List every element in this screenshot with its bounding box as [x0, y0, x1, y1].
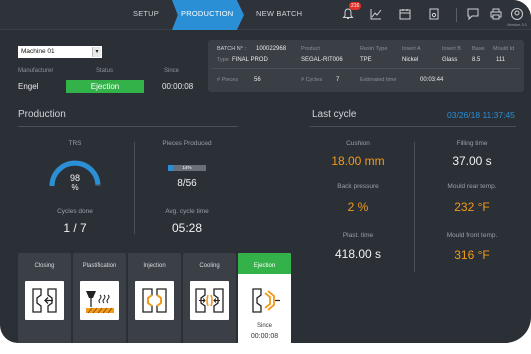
ejection-icon	[245, 281, 284, 320]
estimated-time-label: Estimated time	[360, 77, 397, 83]
ejection-since-label: Since	[256, 323, 272, 329]
batch-panel: BATCH N° : 100022968 Type FINAL PROD Pro…	[208, 40, 524, 92]
comment-icon[interactable]	[466, 7, 480, 21]
phase-card-cooling[interactable]: Cooling	[183, 253, 236, 343]
nav-separator	[456, 8, 457, 22]
back-pressure-label: Back pressure	[337, 183, 379, 190]
type-value: FINAL PROD	[232, 57, 268, 63]
back-pressure-value: 2 %	[347, 200, 369, 214]
cycles-label: # Cycles	[301, 77, 323, 83]
insert-a-label: Insert A	[402, 46, 421, 52]
batch-divider	[212, 68, 520, 69]
trs-unit: %	[71, 183, 79, 192]
insert-b-value: Glass	[442, 57, 458, 63]
phase-card-injection[interactable]: Injection	[128, 253, 181, 343]
document-icon[interactable]	[427, 7, 441, 21]
avg-cycle-time-value: 05:28	[171, 221, 203, 235]
filling-time-label: Filling time	[456, 140, 488, 147]
plastification-icon	[80, 281, 119, 320]
version-label: Version 3.1	[506, 22, 527, 27]
phase-label: Ejection	[253, 263, 276, 269]
production-divider	[134, 142, 135, 234]
pieces-progress-bar: 14%	[168, 165, 206, 171]
top-navigation: SETUP PRODUCTION NEW BATCH 216 Version 3…	[0, 0, 531, 30]
phase-card-ejection[interactable]: Ejection Since 00:00:08	[238, 253, 291, 343]
pieces-produced-value: 8/56	[177, 178, 197, 189]
last-cycle-rule	[310, 126, 516, 127]
injection-icon	[135, 281, 174, 320]
type-label: Type	[217, 57, 229, 63]
base-label: Base	[472, 46, 485, 52]
batch-number-value: 100022968	[256, 46, 287, 52]
user-icon[interactable]	[510, 7, 524, 21]
product-label: Product	[301, 46, 320, 52]
last-cycle-divider	[414, 142, 415, 272]
since-value: 00:00:08	[162, 82, 194, 91]
plast-time-label: Plast. time	[342, 232, 374, 239]
manufacturer-label: Manufacturer	[18, 68, 54, 74]
screen-frame: SETUP PRODUCTION NEW BATCH 216 Version 3…	[0, 0, 531, 354]
base-value: 8.5	[472, 57, 481, 63]
mould-rear-temp-label: Mould rear temp.	[447, 183, 497, 190]
cushion-value: 18.00 mm	[331, 154, 385, 168]
filling-time-value: 37.00 s	[452, 154, 492, 168]
manufacturer-value: Engel	[18, 82, 39, 91]
calendar-icon[interactable]	[398, 7, 412, 21]
closing-mould-icon	[25, 281, 64, 320]
bell-icon[interactable]	[341, 7, 355, 21]
pieces-label: # Pieces	[217, 77, 239, 83]
ejection-since-value: 00:00:08	[250, 333, 279, 340]
cooling-icon	[190, 281, 229, 320]
phase-label: Plastification	[82, 263, 117, 269]
trs-label: TRS	[68, 140, 82, 147]
status-label: Status	[96, 68, 114, 74]
mould-id-value: 111	[496, 57, 506, 63]
pieces-progress-text: 14%	[182, 165, 192, 170]
tab-production[interactable]: PRODUCTION	[181, 9, 233, 18]
phase-card-plastification[interactable]: Plastification	[73, 253, 126, 343]
phase-label: Closing	[34, 263, 55, 269]
machine-select-value: Machine 01	[21, 48, 55, 55]
printer-icon[interactable]	[489, 7, 503, 21]
since-label: Since	[164, 68, 180, 74]
mould-front-temp-value: 316 °F	[454, 248, 490, 262]
mould-front-temp-label: Mould front temp.	[446, 232, 498, 239]
pieces-produced-label: Pieces Produced	[162, 140, 212, 147]
cycles-done-value: 1 / 7	[63, 221, 87, 235]
phase-label: Injection	[143, 263, 166, 269]
machine-select[interactable]: Machine 01 ▾	[18, 46, 102, 58]
resin-value: TPE	[360, 57, 372, 63]
cycles-done-label: Cycles done	[57, 208, 93, 215]
insert-b-label: Insert B	[442, 46, 461, 52]
pieces-value: 56	[254, 77, 261, 83]
chart-icon[interactable]	[369, 7, 383, 21]
mould-id-label: Mould Id	[493, 46, 515, 52]
estimated-time-value: 00:03:44	[420, 77, 444, 83]
cushion-label: Cushion	[346, 140, 370, 147]
plast-time-value: 418.00 s	[334, 247, 382, 261]
tab-new-batch[interactable]: NEW BATCH	[256, 9, 302, 18]
status-badge: Ejection	[66, 80, 144, 93]
phase-card-closing[interactable]: Closing	[18, 253, 71, 343]
batch-number-label: BATCH N° :	[217, 46, 246, 52]
chevron-down-icon[interactable]: ▾	[92, 47, 101, 57]
production-title: Production	[18, 109, 66, 120]
tab-setup[interactable]: SETUP	[133, 9, 159, 18]
app-window: SETUP PRODUCTION NEW BATCH 216 Version 3…	[0, 0, 531, 343]
mould-rear-temp-value: 232 °F	[454, 200, 490, 214]
phase-label: Cooling	[199, 263, 220, 269]
resin-label: Resin Type	[360, 46, 388, 52]
cycles-value: 7	[336, 77, 340, 83]
insert-a-value: Nickel	[402, 57, 419, 63]
last-cycle-timestamp: 03/26/18 11:37:45	[447, 110, 515, 120]
last-cycle-title: Last cycle	[312, 109, 357, 120]
production-rule	[18, 126, 238, 127]
avg-cycle-time-label: Avg. cycle time	[165, 208, 209, 215]
trs-value: 98	[69, 173, 80, 183]
product-value: SEGAL-RIT006	[301, 57, 343, 63]
